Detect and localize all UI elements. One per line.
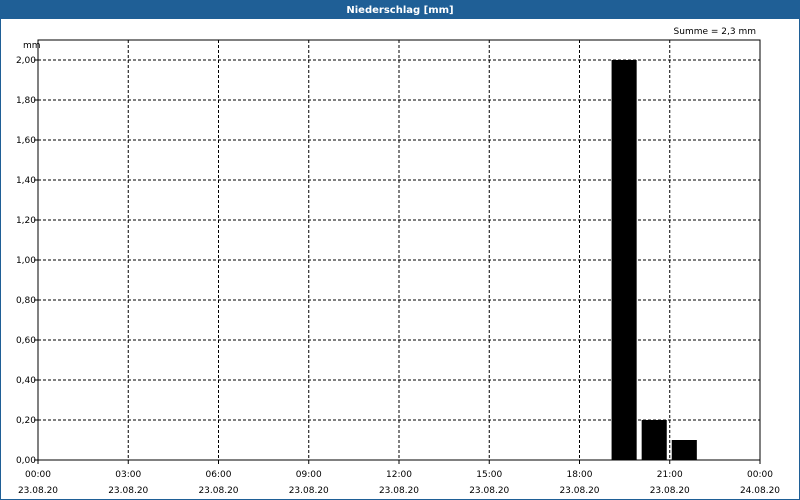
x-tick-date-label: 23.08.20: [650, 486, 690, 496]
x-tick-time-label: 21:00: [657, 470, 683, 480]
x-tick-time-label: 12:00: [386, 470, 412, 480]
y-tick-label: 1,80: [16, 96, 36, 106]
y-tick-label: 1,20: [16, 216, 36, 226]
y-tick-label: 0,60: [16, 336, 36, 346]
x-tick-date-label: 23.08.20: [469, 486, 509, 496]
x-axis-ticks: 00:00 23.08.20 03:00 23.08.20 06:00 23.08.20 0…: [18, 460, 780, 496]
x-tick-time-label: 18:00: [567, 470, 593, 480]
sum-annotation: Summe = 2,3 mm: [674, 27, 756, 37]
x-tick-time-label: 09:00: [296, 470, 322, 480]
y-tick-label: 0,20: [16, 416, 36, 426]
y-axis-ticks: 0,00 0,20 0,40 0,60 0,80 1,00 1,20 1,40 1,60 1,80…: [16, 56, 38, 466]
y-tick-label: 0,80: [16, 296, 36, 306]
x-tick-date-label: 23.08.20: [289, 486, 329, 496]
precipitation-bar: [611, 60, 637, 460]
x-tick-date-label: 23.08.20: [198, 486, 238, 496]
x-tick-time-label: 00:00: [747, 470, 773, 480]
y-tick-label: 1,60: [16, 136, 36, 146]
y-tick-label: 2,00: [16, 56, 36, 66]
x-tick-date-label: 23.08.20: [559, 486, 599, 496]
precipitation-bar: [671, 440, 697, 460]
y-tick-label: 0,00: [16, 456, 36, 466]
y-tick-label: 0,40: [16, 376, 36, 386]
y-tick-label: 1,00: [16, 256, 36, 266]
x-tick-date-label: 23.08.20: [108, 486, 148, 496]
precipitation-chart: 0,00 0,20 0,40 0,60 0,80 1,00 1,20 1,40 1,60 1,80…: [16, 27, 780, 496]
x-tick-date-label: 23.08.20: [18, 486, 58, 496]
x-tick-date-label: 23.08.20: [379, 486, 419, 496]
x-tick-time-label: 15:00: [476, 470, 502, 480]
x-tick-date-label: 24.08.20: [740, 486, 780, 496]
precipitation-bar: [641, 420, 667, 460]
x-tick-time-label: 03:00: [115, 470, 141, 480]
x-tick-time-label: 00:00: [25, 470, 51, 480]
y-axis-unit-label: mm: [23, 41, 41, 51]
y-tick-label: 1,40: [16, 176, 36, 186]
grid-lines: [38, 40, 760, 460]
x-tick-time-label: 06:00: [206, 470, 232, 480]
